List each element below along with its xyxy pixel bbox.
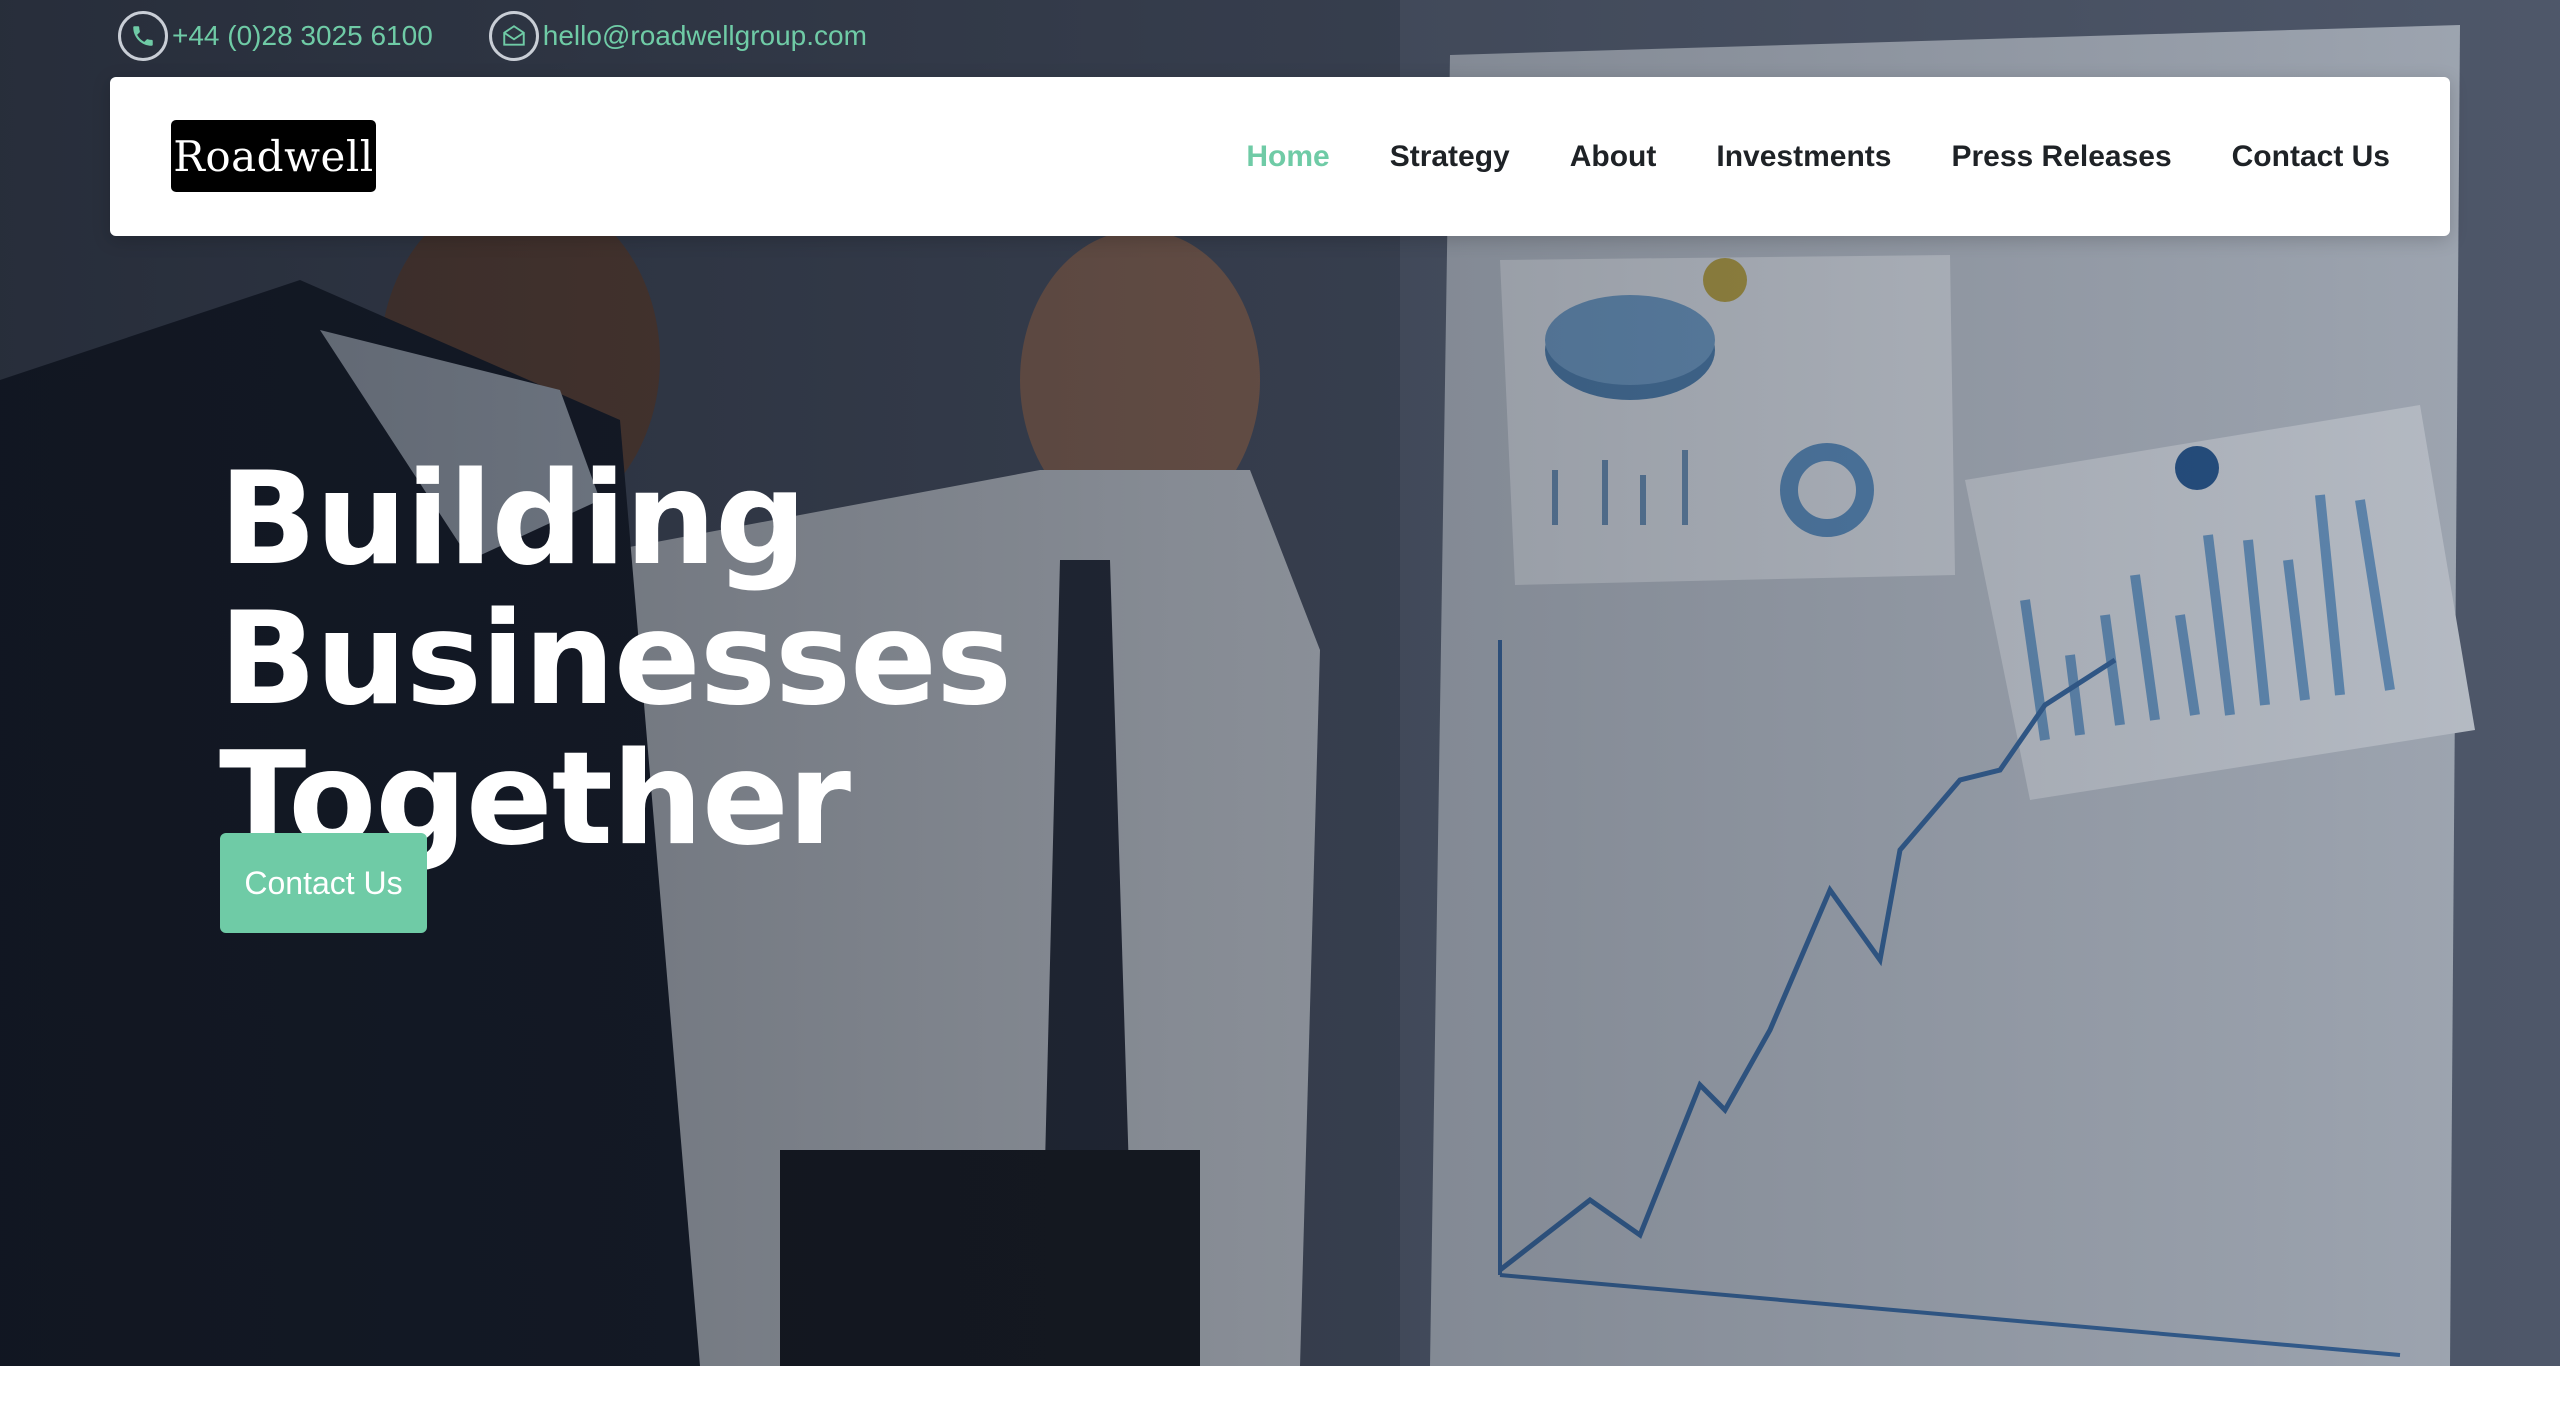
phone-icon xyxy=(118,11,168,61)
phone-contact[interactable]: +44 (0)28 3025 6100 xyxy=(118,11,433,61)
nav-item-strategy[interactable]: Strategy xyxy=(1390,140,1510,174)
nav-item-about[interactable]: About xyxy=(1570,140,1657,174)
hero-headline-line1: Building Businesses xyxy=(219,445,1012,734)
nav-item-investments[interactable]: Investments xyxy=(1716,140,1891,174)
roadwell-logo[interactable]: Roadwell xyxy=(171,120,376,192)
email-contact[interactable]: hello@roadwellgroup.com xyxy=(488,11,867,61)
hero-headline: Building Businesses Together xyxy=(219,450,1519,870)
envelope-icon xyxy=(488,11,539,61)
contact-topbar: +44 (0)28 3025 6100 hello@roadwellgroup.… xyxy=(118,8,867,64)
hero-contact-button[interactable]: Contact Us xyxy=(220,833,427,933)
nav-item-press-releases[interactable]: Press Releases xyxy=(1951,140,2171,174)
nav-menu: Home Strategy About Investments Press Re… xyxy=(1246,77,2390,236)
hero-section: +44 (0)28 3025 6100 hello@roadwellgroup.… xyxy=(0,0,2560,1366)
email-address: hello@roadwellgroup.com xyxy=(542,20,867,51)
nav-item-home[interactable]: Home xyxy=(1246,140,1329,174)
main-navbar: Roadwell Home Strategy About Investments… xyxy=(110,77,2450,236)
phone-number: +44 (0)28 3025 6100 xyxy=(172,20,433,51)
nav-item-contact-us[interactable]: Contact Us xyxy=(2232,140,2390,174)
